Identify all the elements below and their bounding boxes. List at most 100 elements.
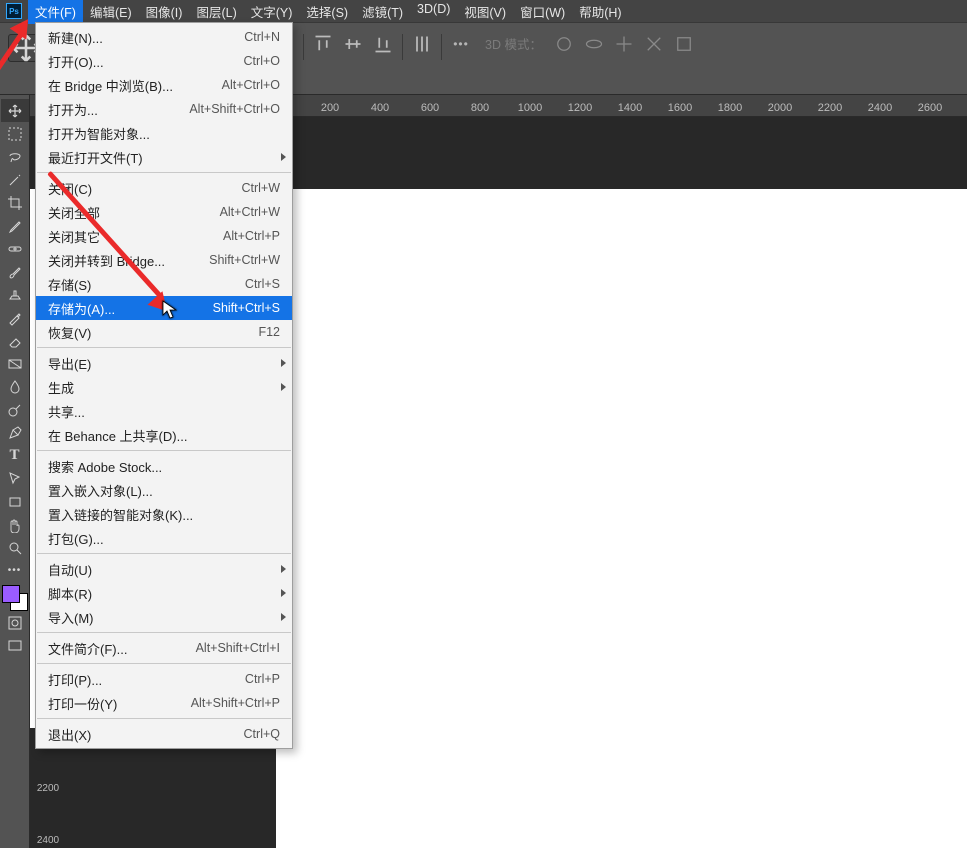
menu-item[interactable]: 打开(O)...Ctrl+O: [36, 49, 292, 73]
menu-item-shortcut: Alt+Shift+Ctrl+O: [189, 102, 280, 116]
edit-toolbar-icon[interactable]: •••: [1, 559, 29, 582]
dodge-tool-icon[interactable]: [1, 398, 29, 421]
menu-item-label: 导入(M): [48, 608, 280, 627]
menu-separator: [37, 663, 291, 664]
lasso-tool-icon[interactable]: [1, 145, 29, 168]
menu-item[interactable]: 共享...: [36, 399, 292, 423]
zoom-tool-icon[interactable]: [1, 536, 29, 559]
history-brush-tool-icon[interactable]: [1, 306, 29, 329]
menubar-item-2[interactable]: 图像(I): [139, 0, 190, 24]
ruler-mark: 1000: [518, 102, 542, 114]
menu-item[interactable]: 打包(G)...: [36, 526, 292, 550]
pen-tool-icon[interactable]: [1, 421, 29, 444]
menu-item[interactable]: 置入链接的智能对象(K)...: [36, 502, 292, 526]
menubar-item-3[interactable]: 图层(L): [189, 0, 243, 24]
gradient-tool-icon[interactable]: [1, 352, 29, 375]
menubar-item-10[interactable]: 帮助(H): [572, 0, 628, 24]
align-middle-v-icon[interactable]: [343, 34, 363, 54]
menubar-item-0[interactable]: 文件(F): [28, 0, 83, 24]
menu-item-label: 关闭全部: [48, 203, 220, 222]
divider: [402, 34, 403, 60]
eraser-tool-icon[interactable]: [1, 329, 29, 352]
3d-scale-icon[interactable]: [674, 34, 694, 54]
menu-item-label: 打包(G)...: [48, 529, 280, 548]
menu-item[interactable]: 打开为智能对象...: [36, 121, 292, 145]
ruler-mark: 1600: [668, 102, 692, 114]
3d-orbit-icon[interactable]: [554, 34, 574, 54]
menu-item-shortcut: Shift+Ctrl+W: [209, 253, 280, 267]
menubar-item-1[interactable]: 编辑(E): [83, 0, 139, 24]
hand-tool-icon[interactable]: [1, 513, 29, 536]
foreground-color-swatch[interactable]: [2, 585, 20, 603]
mode-3d-label: 3D 模式：: [485, 34, 542, 53]
submenu-arrow-icon: [281, 153, 286, 161]
clone-stamp-tool-icon[interactable]: [1, 283, 29, 306]
menubar-item-4[interactable]: 文字(Y): [244, 0, 300, 24]
menu-item[interactable]: 文件简介(F)...Alt+Shift+Ctrl+I: [36, 636, 292, 660]
menu-item[interactable]: 导出(E): [36, 351, 292, 375]
menu-item-label: 存储为(A)...: [48, 299, 213, 318]
3d-pan-icon[interactable]: [614, 34, 634, 54]
menu-item[interactable]: 搜索 Adobe Stock...: [36, 454, 292, 478]
menu-item-shortcut: F12: [258, 325, 280, 339]
3d-rotate-icon[interactable]: [584, 34, 604, 54]
quick-mask-icon[interactable]: [1, 611, 29, 634]
menu-item-shortcut: Ctrl+O: [244, 54, 280, 68]
menu-item-label: 打开(O)...: [48, 52, 244, 71]
menu-item[interactable]: 打印一份(Y)Alt+Shift+Ctrl+P: [36, 691, 292, 715]
menubar-item-6[interactable]: 滤镜(T): [355, 0, 410, 24]
ruler-mark: 2600: [918, 102, 942, 114]
menu-item[interactable]: 导入(M): [36, 605, 292, 629]
brush-tool-icon[interactable]: [1, 260, 29, 283]
menu-item[interactable]: 关闭并转到 Bridge...Shift+Ctrl+W: [36, 248, 292, 272]
marquee-tool-icon[interactable]: [1, 122, 29, 145]
magic-wand-tool-icon[interactable]: [1, 168, 29, 191]
menu-item-label: 打开为...: [48, 100, 189, 119]
menu-item-label: 打印一份(Y): [48, 694, 191, 713]
3d-slide-icon[interactable]: [644, 34, 664, 54]
menu-item[interactable]: 在 Bridge 中浏览(B)...Alt+Ctrl+O: [36, 73, 292, 97]
file-menu-dropdown: 新建(N)...Ctrl+N打开(O)...Ctrl+O在 Bridge 中浏览…: [35, 22, 293, 749]
menu-item-label: 打开为智能对象...: [48, 124, 280, 143]
menu-item[interactable]: 置入嵌入对象(L)...: [36, 478, 292, 502]
menu-item[interactable]: 关闭其它Alt+Ctrl+P: [36, 224, 292, 248]
healing-brush-tool-icon[interactable]: [1, 237, 29, 260]
menu-item-label: 恢复(V): [48, 323, 258, 342]
eyedropper-tool-icon[interactable]: [1, 214, 29, 237]
distribute-v-icon[interactable]: [412, 34, 432, 54]
submenu-arrow-icon: [281, 589, 286, 597]
mouse-cursor-icon: [162, 300, 178, 325]
rectangle-tool-icon[interactable]: [1, 490, 29, 513]
crop-tool-icon[interactable]: [1, 191, 29, 214]
screen-mode-icon[interactable]: [1, 634, 29, 657]
path-selection-tool-icon[interactable]: [1, 467, 29, 490]
menu-item[interactable]: 打印(P)...Ctrl+P: [36, 667, 292, 691]
ruler-mark: 1400: [618, 102, 642, 114]
menu-bar: Ps 文件(F)编辑(E)图像(I)图层(L)文字(Y)选择(S)滤镜(T)3D…: [0, 0, 967, 22]
menu-item[interactable]: 自动(U): [36, 557, 292, 581]
move-tool-icon[interactable]: [1, 99, 29, 122]
menubar-item-9[interactable]: 窗口(W): [513, 0, 572, 24]
menubar-item-7[interactable]: 3D(D): [410, 0, 457, 24]
tool-panel: T •••: [0, 95, 30, 848]
blur-tool-icon[interactable]: [1, 375, 29, 398]
more-options-icon[interactable]: •••: [451, 34, 471, 54]
menu-item[interactable]: 打开为...Alt+Shift+Ctrl+O: [36, 97, 292, 121]
menu-item[interactable]: 最近打开文件(T): [36, 145, 292, 169]
menu-item[interactable]: 生成: [36, 375, 292, 399]
menu-item[interactable]: 脚本(R): [36, 581, 292, 605]
menu-item-label: 自动(U): [48, 560, 280, 579]
menubar-item-5[interactable]: 选择(S): [299, 0, 355, 24]
type-tool-icon[interactable]: T: [1, 444, 29, 467]
menu-item-shortcut: Alt+Ctrl+W: [220, 205, 280, 219]
align-top-icon[interactable]: [313, 34, 333, 54]
menubar-item-8[interactable]: 视图(V): [457, 0, 513, 24]
ruler-mark: 800: [471, 102, 489, 114]
align-bottom-icon[interactable]: [373, 34, 393, 54]
menu-item[interactable]: 退出(X)Ctrl+Q: [36, 722, 292, 746]
menu-item[interactable]: 新建(N)...Ctrl+N: [36, 25, 292, 49]
menu-item-label: 在 Behance 上共享(D)...: [48, 426, 280, 445]
color-swatches[interactable]: [2, 585, 28, 611]
menu-item[interactable]: 在 Behance 上共享(D)...: [36, 423, 292, 447]
menu-separator: [37, 347, 291, 348]
